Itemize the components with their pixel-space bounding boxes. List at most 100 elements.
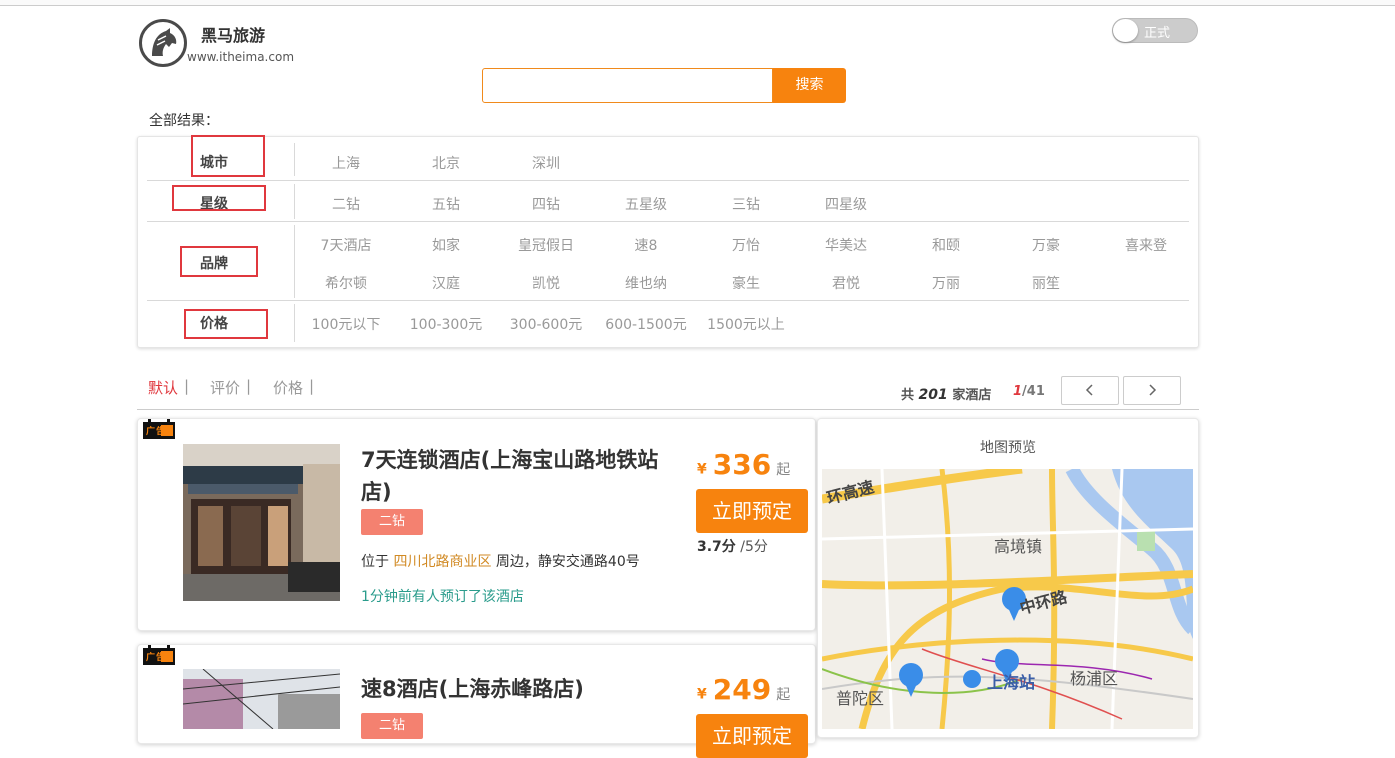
result-count-number: 201 xyxy=(918,387,948,403)
filter-option-star[interactable]: 四钻 xyxy=(496,194,596,214)
filter-option-brand[interactable]: 和颐 xyxy=(896,235,996,255)
filter-option-brand[interactable]: 华美达 xyxy=(796,235,896,255)
filter-option-brand[interactable]: 豪生 xyxy=(696,273,796,293)
star-badge: 二钻 xyxy=(361,713,423,739)
brand-name: 黑马旅游 xyxy=(201,26,266,45)
current-page: 1 xyxy=(1013,384,1023,399)
next-page-button[interactable] xyxy=(1123,376,1181,405)
filter-option-brand[interactable]: 喜来登 xyxy=(1096,235,1196,255)
filter-option-brand[interactable]: 速8 xyxy=(596,235,696,255)
filter-option-brand[interactable]: 7天酒店 xyxy=(296,235,396,255)
ad-badge: 广告 xyxy=(143,645,175,665)
hotel-price: ¥249 起 xyxy=(697,673,790,706)
hotel-name[interactable]: 速8酒店(上海赤峰路店) xyxy=(361,673,681,705)
book-now-button[interactable]: 立即预定 xyxy=(696,489,808,533)
filter-option-price[interactable]: 600-1500元 xyxy=(596,314,696,334)
results-label: 全部结果： xyxy=(149,113,219,129)
highlight-box xyxy=(191,135,265,177)
sort-rating[interactable]: 评价 xyxy=(210,377,240,398)
hotel-facade-image xyxy=(183,444,340,601)
score-max: /5分 xyxy=(740,539,768,555)
filter-option-star[interactable]: 三钻 xyxy=(696,194,796,214)
map-label: 高境镇 xyxy=(994,537,1043,556)
filter-option-brand[interactable]: 维也纳 xyxy=(596,273,696,293)
price-suffix: 起 xyxy=(776,462,791,478)
result-count-suffix: 家酒店 xyxy=(952,388,992,403)
map-label: 普陀区 xyxy=(836,689,885,708)
hotel-address: 位于 四川北路商业区 周边，静安交通路40号 xyxy=(361,551,640,571)
search-input[interactable] xyxy=(482,68,773,103)
filter-option-city[interactable]: 深圳 xyxy=(496,153,596,173)
score-value: 3.7分 xyxy=(697,539,736,555)
hotel-photo[interactable] xyxy=(183,669,340,729)
filter-option-brand[interactable]: 汉庭 xyxy=(396,273,496,293)
highlight-box xyxy=(180,246,258,277)
sort-separator: | xyxy=(309,377,315,395)
highlight-box xyxy=(172,185,266,211)
ad-label: 广告 xyxy=(146,427,167,437)
toggle-label: 正式 xyxy=(1144,26,1171,41)
map-title: 地图预览 xyxy=(980,440,1036,456)
filter-option-brand[interactable]: 万豪 xyxy=(996,235,1096,255)
currency-symbol: ¥ xyxy=(697,686,707,703)
currency-symbol: ¥ xyxy=(697,461,707,478)
filter-option-price[interactable]: 1500元以上 xyxy=(696,314,796,334)
filter-option-star[interactable]: 五星级 xyxy=(596,194,696,214)
filter-option-brand[interactable]: 希尔顿 xyxy=(296,273,396,293)
map-label: 杨浦区 xyxy=(1070,669,1119,688)
highlight-box xyxy=(184,309,268,339)
search-button[interactable]: 搜索 xyxy=(773,68,846,103)
filter-option-brand[interactable]: 万怡 xyxy=(696,235,796,255)
filter-separator xyxy=(294,225,295,298)
filter-option-brand[interactable]: 君悦 xyxy=(796,273,896,293)
filter-separator xyxy=(294,304,295,342)
price-value: 336 xyxy=(712,448,772,481)
sort-divider xyxy=(137,409,1199,410)
filter-option-star[interactable]: 四星级 xyxy=(796,194,896,214)
map-label: 上海站 xyxy=(987,673,1036,692)
address-prefix: 位于 xyxy=(361,554,389,570)
filter-option-price[interactable]: 300-600元 xyxy=(496,314,596,334)
hotel-photo[interactable] xyxy=(183,444,340,601)
filter-option-city[interactable]: 上海 xyxy=(296,153,396,173)
price-value: 249 xyxy=(712,673,772,706)
filter-option-city[interactable]: 北京 xyxy=(396,153,496,173)
filter-option-brand[interactable]: 如家 xyxy=(396,235,496,255)
horse-logo-icon xyxy=(152,28,177,56)
filter-divider xyxy=(147,221,1189,222)
hotel-name[interactable]: 7天连锁酒店(上海宝山路地铁站店) xyxy=(361,444,681,508)
business-zone-link[interactable]: 四川北路商业区 xyxy=(393,554,491,570)
filter-option-star[interactable]: 五钻 xyxy=(396,194,496,214)
hotel-score: 3.7分 /5分 xyxy=(697,536,768,556)
filter-option-price[interactable]: 100元以下 xyxy=(296,314,396,334)
result-count-prefix: 共 xyxy=(901,388,915,403)
filter-option-brand[interactable]: 万丽 xyxy=(896,273,996,293)
logo[interactable] xyxy=(139,19,187,67)
address-detail: 周边，静安交通路40号 xyxy=(495,554,640,570)
hotel-building-image xyxy=(183,669,340,729)
filter-divider xyxy=(147,300,1189,301)
filter-divider xyxy=(147,180,1189,181)
filter-option-brand[interactable]: 皇冠假日 xyxy=(496,235,596,255)
book-now-button[interactable]: 立即预定 xyxy=(696,714,808,758)
sort-price[interactable]: 价格 xyxy=(273,377,303,398)
star-badge: 二钻 xyxy=(361,509,423,535)
total-pages: /41 xyxy=(1022,384,1045,399)
filter-option-star[interactable]: 二钻 xyxy=(296,194,396,214)
toggle-knob[interactable] xyxy=(1113,19,1138,42)
brand-domain: www.itheima.com xyxy=(187,50,295,64)
map-preview[interactable]: 环高速 高境镇 中环路 上海站 杨浦区 普陀区 xyxy=(822,469,1193,729)
mode-toggle[interactable]: 正式 xyxy=(1112,18,1198,43)
sort-default[interactable]: 默认 xyxy=(148,377,178,398)
browser-top-bar xyxy=(0,0,1395,6)
chevron-left-icon xyxy=(1085,384,1093,396)
ad-label: 广告 xyxy=(146,653,167,663)
chevron-right-icon xyxy=(1149,384,1157,396)
page-indicator: 1/41 xyxy=(1013,384,1045,399)
filter-option-brand[interactable]: 凯悦 xyxy=(496,273,596,293)
hotel-price: ¥336 起 xyxy=(697,448,790,481)
filter-option-brand[interactable]: 丽笙 xyxy=(996,273,1096,293)
filter-separator xyxy=(294,184,295,219)
prev-page-button[interactable] xyxy=(1061,376,1119,405)
filter-option-price[interactable]: 100-300元 xyxy=(396,314,496,334)
